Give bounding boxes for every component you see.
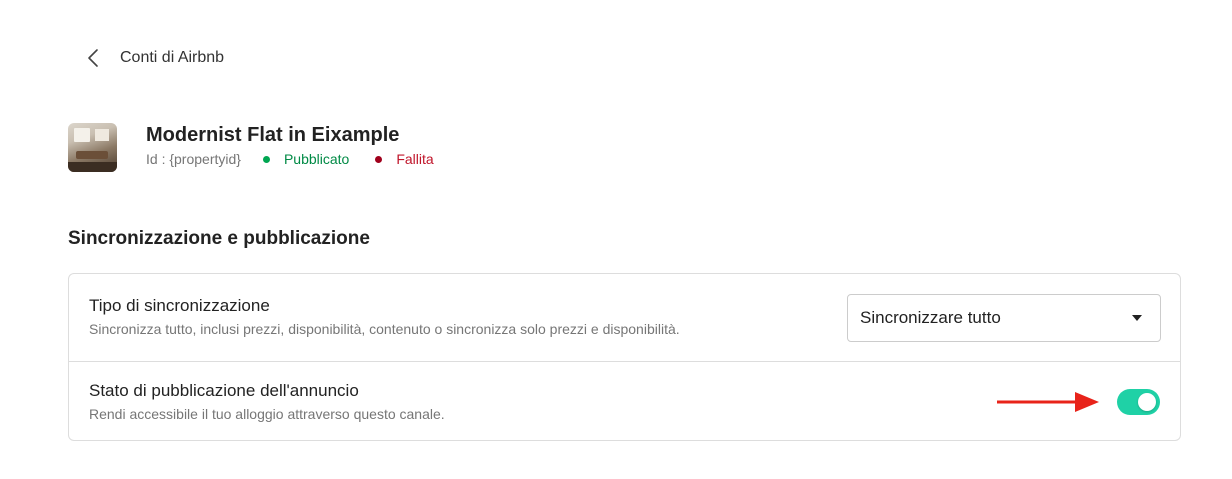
back-link-label: Conti di Airbnb [120,49,225,66]
sync-type-description: Sincronizza tutto, inclusi prezzi, dispo… [89,321,680,337]
status-dot-failed [375,155,383,163]
publish-toggle[interactable] [1117,389,1160,415]
property-thumbnail [68,123,117,172]
sync-type-text: Tipo di sincronizzazione Sincronizza tut… [89,296,680,338]
property-title: Modernist Flat in Eixample [146,124,400,146]
property-info: Modernist Flat in Eixample Id : {propert… [146,123,434,172]
settings-card: Tipo di sincronizzazione Sincronizza tut… [68,273,1181,441]
section-title: Sincronizzazione e pubblicazione [68,228,370,249]
sync-type-row: Tipo di sincronizzazione Sincronizza tut… [69,274,1180,362]
status-dot-published [262,155,270,163]
property-meta: Id : {propertyid} Pubblicato Fallita [146,150,434,168]
page: Conti di Airbnb Modernist Flat in Eixamp… [0,0,1232,479]
status-failed: Fallita [375,150,434,168]
chevron-left-icon [84,46,102,70]
status-failed-label: Fallita [396,151,434,167]
sync-type-select[interactable]: Sincronizzare tutto [847,294,1161,342]
publish-state-text: Stato di pubblicazione dell'annuncio Ren… [89,381,445,423]
arrow-right-icon [997,392,1099,412]
status-published: Pubblicato [262,150,350,168]
sync-type-title: Tipo di sincronizzazione [89,296,270,315]
property-id: Id : {propertyid} [146,151,241,167]
publish-state-title: Stato di pubblicazione dell'annuncio [89,381,359,400]
caret-down-icon [1132,315,1142,321]
toggle-knob [1138,393,1156,411]
status-published-label: Pubblicato [283,151,350,167]
sync-type-selected: Sincronizzare tutto [860,308,1001,327]
property-header: Modernist Flat in Eixample Id : {propert… [68,123,434,172]
back-link[interactable]: Conti di Airbnb [84,46,224,70]
publish-state-description: Rendi accessibile il tuo alloggio attrav… [89,406,445,422]
